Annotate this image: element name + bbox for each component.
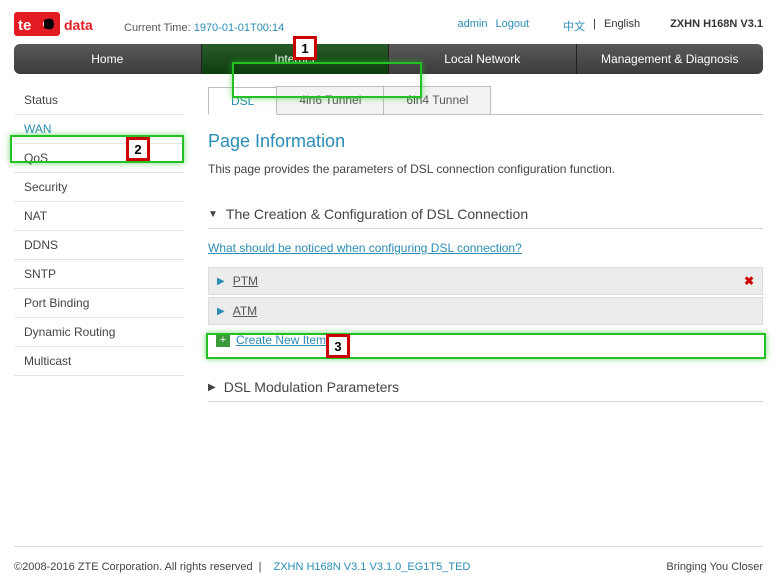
create-new-item-label: Create New Item [236,333,326,347]
connection-row-atm[interactable]: ▶ ATM [208,297,763,325]
current-time-label: Current Time: [124,22,191,34]
delete-icon[interactable]: ✖ [744,274,754,288]
section-dsl-modulation[interactable]: ▶ DSL Modulation Parameters [208,373,763,402]
nav-management[interactable]: Management & Diagnosis [577,44,764,74]
sidebar-item-dynamic-routing[interactable]: Dynamic Routing [14,318,184,347]
logout-link[interactable]: Logout [495,18,529,34]
footer-separator: | [259,561,262,573]
main-content: DSL 4in6 Tunnel 6in4 Tunnel Page Informa… [184,86,763,486]
model-label: ZXHN H168N V3.1 [670,18,763,34]
sidebar-item-security[interactable]: Security [14,173,184,202]
section-dsl-modulation-title: DSL Modulation Parameters [224,379,399,395]
sidebar-item-port-binding[interactable]: Port Binding [14,289,184,318]
page-title: Page Information [208,131,763,152]
copyright-text: ©2008-2016 ZTE Corporation. All rights r… [14,561,253,573]
header-bar: te data Current Time: 1970-01-01T00:14 a… [0,0,777,40]
lang-cn-link[interactable]: 中文 [563,18,585,34]
section-dsl-connection[interactable]: ▼ The Creation & Configuration of DSL Co… [208,200,763,229]
chevron-down-icon: ▼ [208,209,218,220]
chevron-right-icon: ▶ [217,276,225,287]
svg-text:te: te [18,17,31,34]
create-new-item[interactable]: + Create New Item [208,327,763,353]
help-link[interactable]: What should be noticed when configuring … [208,241,522,255]
sidebar-item-qos[interactable]: QoS [14,144,184,173]
header-right: admin Logout 中文 | English ZXHN H168N V3.… [458,18,764,40]
user-link[interactable]: admin [458,18,488,34]
current-time: Current Time: 1970-01-01T00:14 [124,22,284,40]
sidebar-item-sntp[interactable]: SNTP [14,260,184,289]
section-dsl-connection-title: The Creation & Configuration of DSL Conn… [226,206,528,222]
sidebar-item-ddns[interactable]: DDNS [14,231,184,260]
connection-row-ptm[interactable]: ▶ PTM ✖ [208,267,763,295]
nav-home[interactable]: Home [14,44,202,74]
chevron-right-icon: ▶ [217,306,225,317]
connection-label: ATM [233,304,754,318]
top-nav: Home Internet Local Network Management &… [14,44,763,74]
tab-4in6[interactable]: 4in6 Tunnel [276,86,384,114]
sidebar-item-wan[interactable]: WAN [14,115,184,144]
brand-logo: te data [14,8,104,40]
lang-en-label: English [604,18,640,34]
firmware-version: ZXHN H168N V3.1 V3.1.0_EG1T5_TED [273,561,470,573]
nav-local-network[interactable]: Local Network [389,44,577,74]
plus-icon: + [216,333,230,347]
tab-6in4[interactable]: 6in4 Tunnel [383,86,491,114]
sidebar-item-nat[interactable]: NAT [14,202,184,231]
nav-internet[interactable]: Internet [202,44,390,74]
footer: ©2008-2016 ZTE Corporation. All rights r… [14,546,763,587]
chevron-right-icon: ▶ [208,382,216,393]
tagline: Bringing You Closer [666,561,763,573]
current-time-value: 1970-01-01T00:14 [194,22,285,34]
lang-separator: | [593,18,596,34]
connection-label: PTM [233,274,744,288]
sidebar-item-status[interactable]: Status [14,86,184,115]
page-description: This page provides the parameters of DSL… [208,162,763,176]
tab-dsl[interactable]: DSL [208,87,277,115]
sidebar-item-multicast[interactable]: Multicast [14,347,184,376]
sidebar: Status WAN QoS Security NAT DDNS SNTP Po… [14,86,184,486]
tab-bar: DSL 4in6 Tunnel 6in4 Tunnel [208,86,763,115]
svg-text:data: data [64,17,93,33]
